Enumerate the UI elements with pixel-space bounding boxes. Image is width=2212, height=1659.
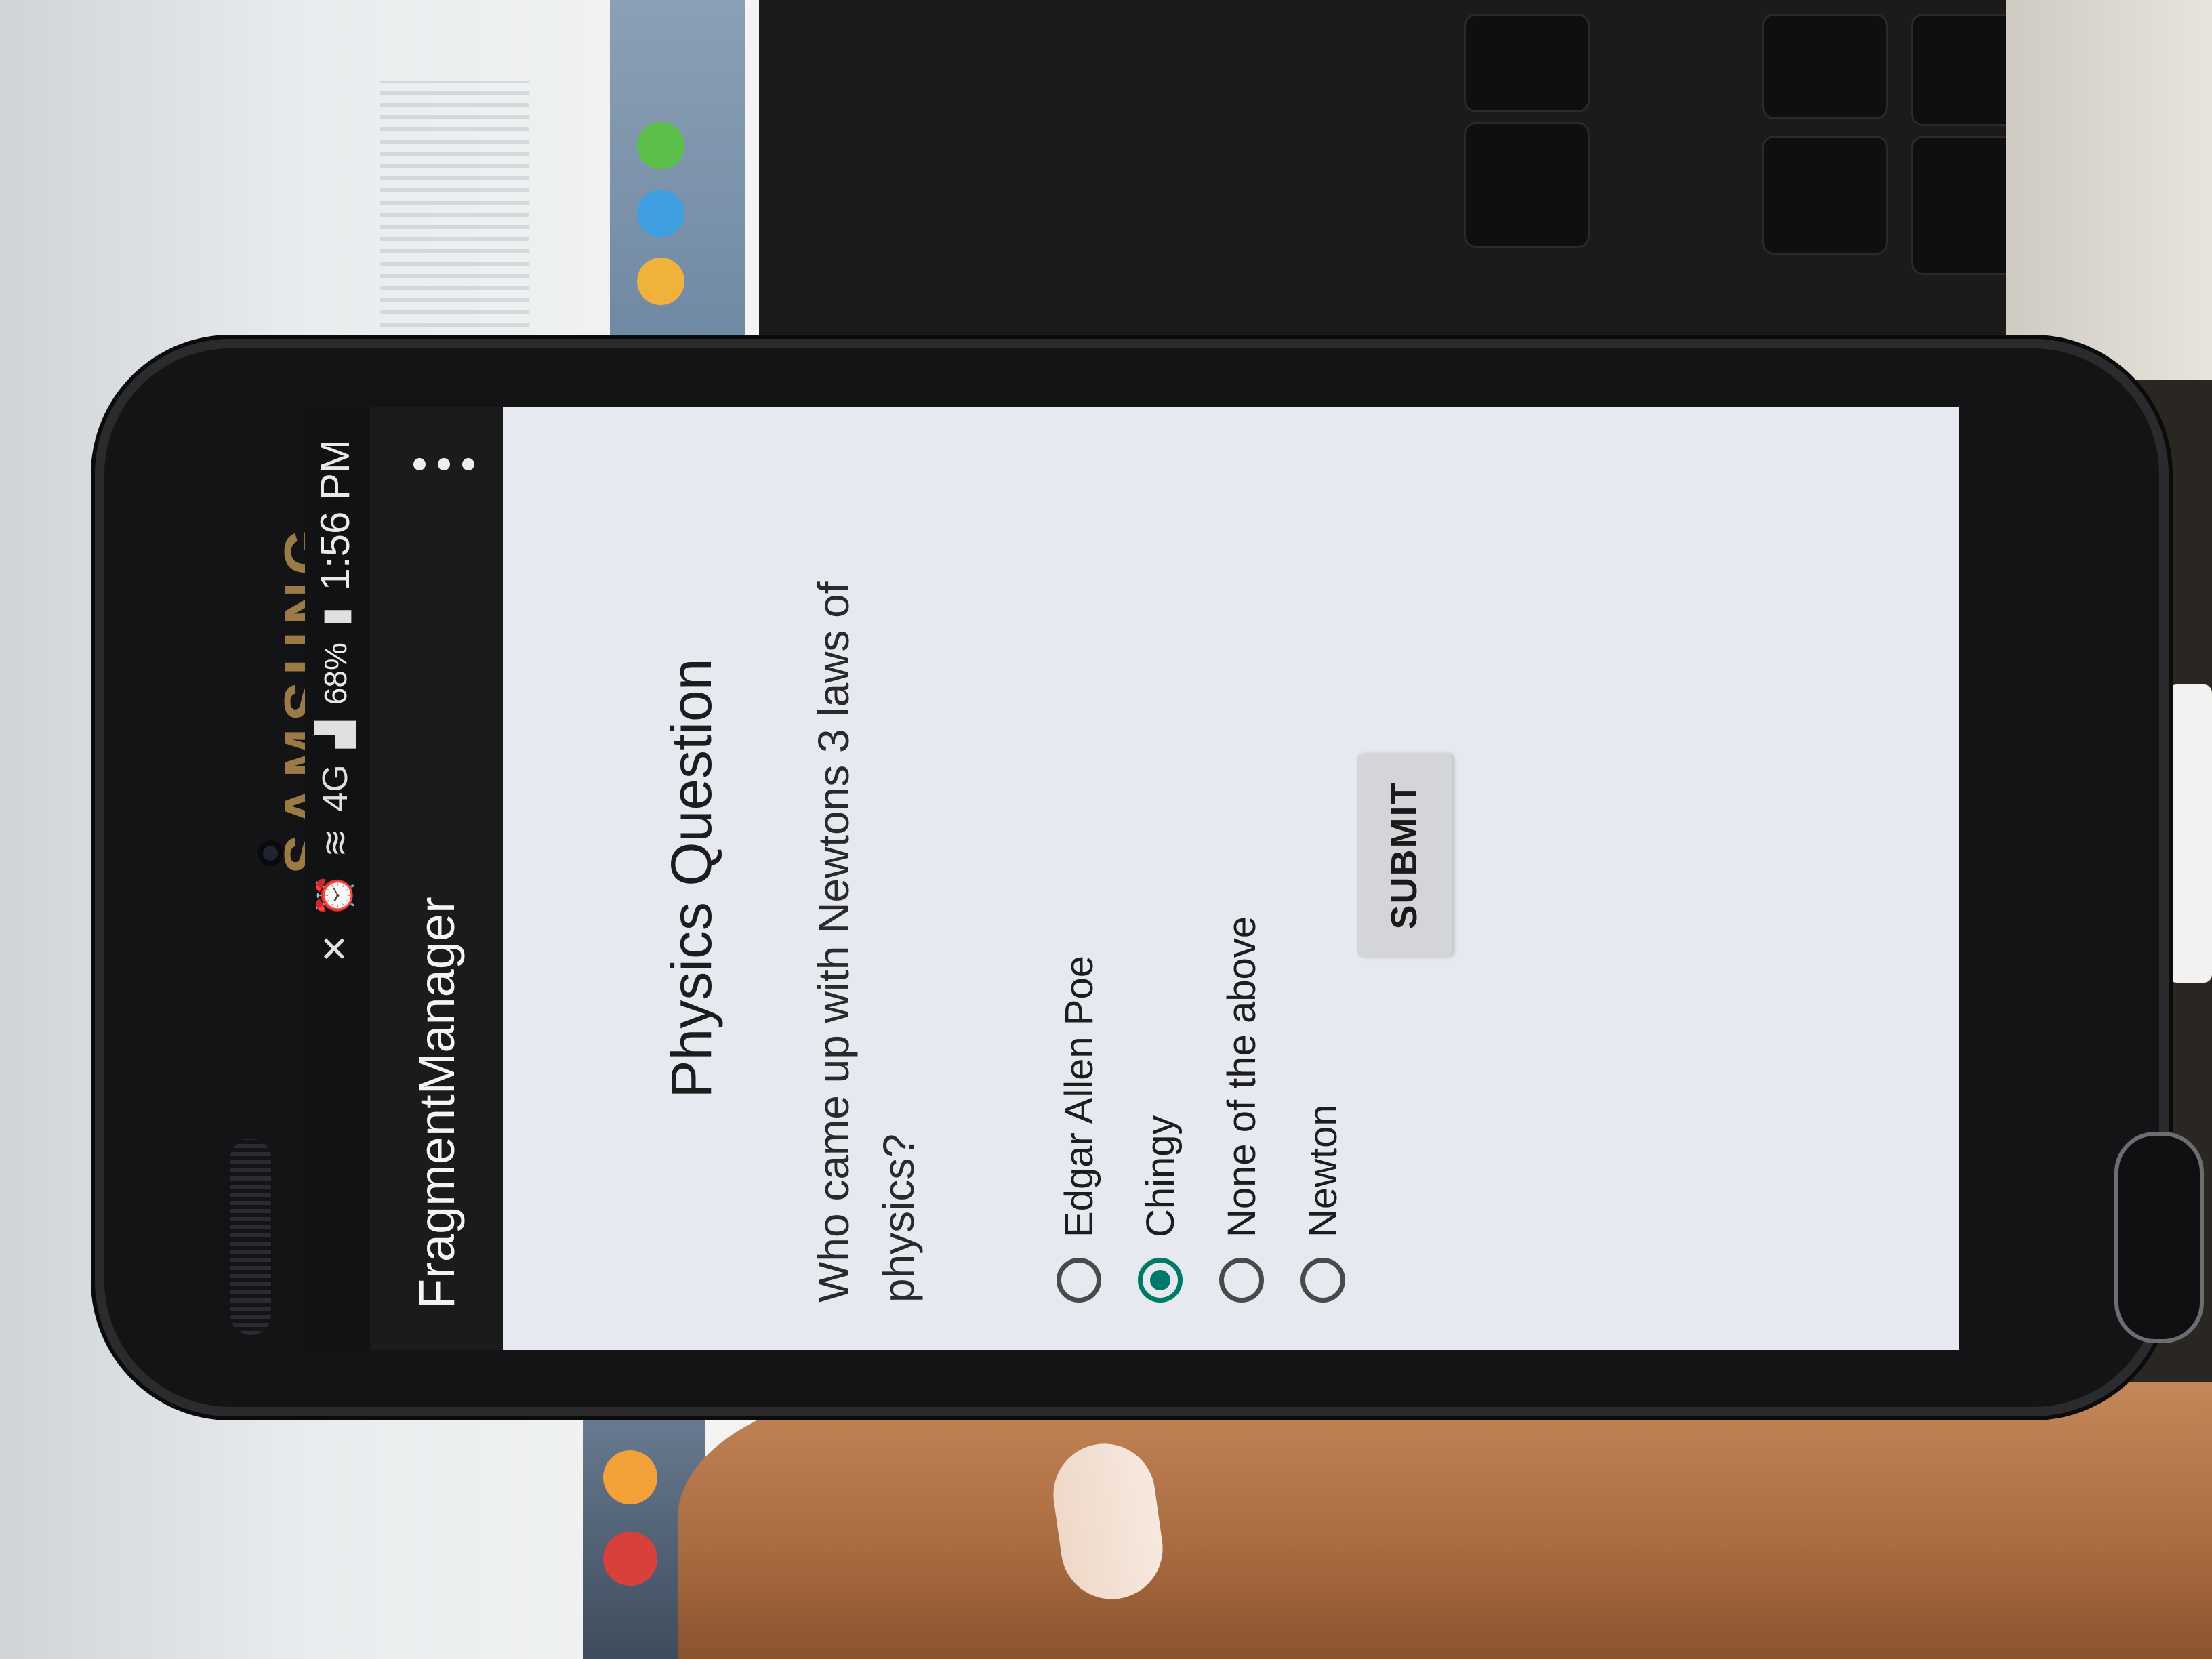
overflow-menu-icon[interactable] — [413, 454, 474, 474]
app-title: FragmentManager — [409, 897, 465, 1309]
action-bar: FragmentManager — [370, 407, 503, 1350]
question-text: Who came up with Newtons 3 laws of physi… — [809, 581, 923, 1303]
battery-percent: 68% — [317, 642, 353, 705]
background-laptop-keyboard: alt option mand — [759, 0, 2212, 380]
submit-button[interactable]: SUBMIT — [1357, 754, 1452, 957]
wifi-icon: ≋ — [315, 827, 355, 858]
radio-option-none-of-the-above[interactable]: None of the above — [1201, 916, 1282, 1303]
option-label: Edgar Allen Poe — [1057, 956, 1101, 1237]
radio-button[interactable] — [1057, 1258, 1101, 1303]
answer-radio-group: Edgar Allen Poe Chingy None of the above… — [1038, 916, 1364, 1303]
background-monitor-text — [380, 81, 529, 339]
option-label: Newton — [1300, 1104, 1345, 1237]
page-title: Physics Question — [659, 658, 723, 1099]
earpiece-speaker — [230, 1139, 271, 1335]
quiz-fragment: Physics Question Who came up with Newton… — [503, 407, 1959, 1350]
option-label: None of the above — [1219, 916, 1264, 1237]
radio-option-chingy[interactable]: Chingy — [1120, 916, 1201, 1303]
radio-button[interactable] — [1219, 1258, 1264, 1303]
radio-option-edgar-allen-poe[interactable]: Edgar Allen Poe — [1038, 916, 1120, 1303]
lte-icon: 4G — [315, 764, 355, 812]
alarm-icon: ⏰ — [316, 874, 355, 918]
usb-cable — [2169, 684, 2212, 983]
background-dock — [610, 0, 745, 380]
status-time: 1:56 PM — [312, 439, 358, 591]
radio-option-newton[interactable]: Newton — [1282, 916, 1364, 1303]
status-bar: ✕ ⏰ ≋ 4G ▟ 68% ▮ 1:56 PM — [305, 407, 370, 1350]
radio-button-selected[interactable] — [1138, 1258, 1183, 1303]
signal-icon: ▟ — [315, 721, 355, 749]
hand — [678, 1382, 2212, 1659]
radio-button[interactable] — [1300, 1258, 1345, 1303]
mute-icon: ✕ — [315, 933, 355, 964]
battery-icon: ▮ — [315, 607, 355, 627]
home-button[interactable] — [2114, 1132, 2204, 1343]
phone-screen: ✕ ⏰ ≋ 4G ▟ 68% ▮ 1:56 PM FragmentManager… — [305, 407, 1959, 1350]
background-laptop-edge — [2006, 0, 2212, 380]
option-label: Chingy — [1138, 1115, 1183, 1237]
